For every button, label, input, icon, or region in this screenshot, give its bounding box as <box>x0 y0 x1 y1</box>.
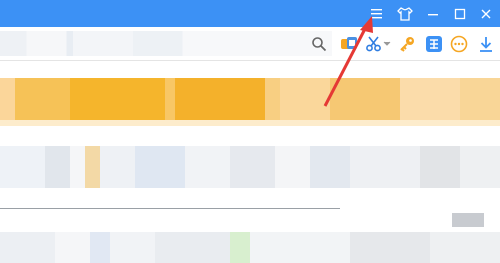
search-button[interactable] <box>309 34 329 54</box>
close-button[interactable] <box>472 0 500 27</box>
title-bar <box>0 0 500 27</box>
translate-button[interactable] <box>339 34 359 54</box>
maximize-icon <box>454 8 466 19</box>
blurred-block <box>452 213 484 227</box>
dictionary-button[interactable] <box>424 34 444 54</box>
skin-icon <box>397 6 413 21</box>
skin-button[interactable] <box>391 0 419 27</box>
maximize-button[interactable] <box>446 0 474 27</box>
search-icon <box>312 37 327 52</box>
close-icon <box>481 9 491 18</box>
key-icon <box>400 37 414 52</box>
download-icon <box>480 37 492 52</box>
banner-shadow <box>0 120 500 126</box>
blurred-content-row <box>0 232 500 263</box>
password-button[interactable] <box>397 34 417 54</box>
blurred-banner <box>0 78 500 120</box>
translate-icon <box>341 37 357 49</box>
dictionary-icon <box>426 36 442 52</box>
menu-icon <box>371 8 382 18</box>
blurred-content-row <box>0 146 500 188</box>
address-bar[interactable] <box>0 31 332 56</box>
minimize-button[interactable] <box>419 0 447 27</box>
content-divider <box>0 208 340 209</box>
download-button[interactable] <box>476 34 496 54</box>
scissors-icon <box>366 36 381 52</box>
chevron-down-icon <box>383 41 391 46</box>
menu-button[interactable] <box>363 0 391 27</box>
minimize-icon <box>428 13 438 15</box>
more-icon <box>450 35 468 53</box>
screenshot-button[interactable] <box>364 34 384 54</box>
more-button[interactable] <box>449 34 469 54</box>
screenshot-dropdown[interactable] <box>382 34 392 54</box>
